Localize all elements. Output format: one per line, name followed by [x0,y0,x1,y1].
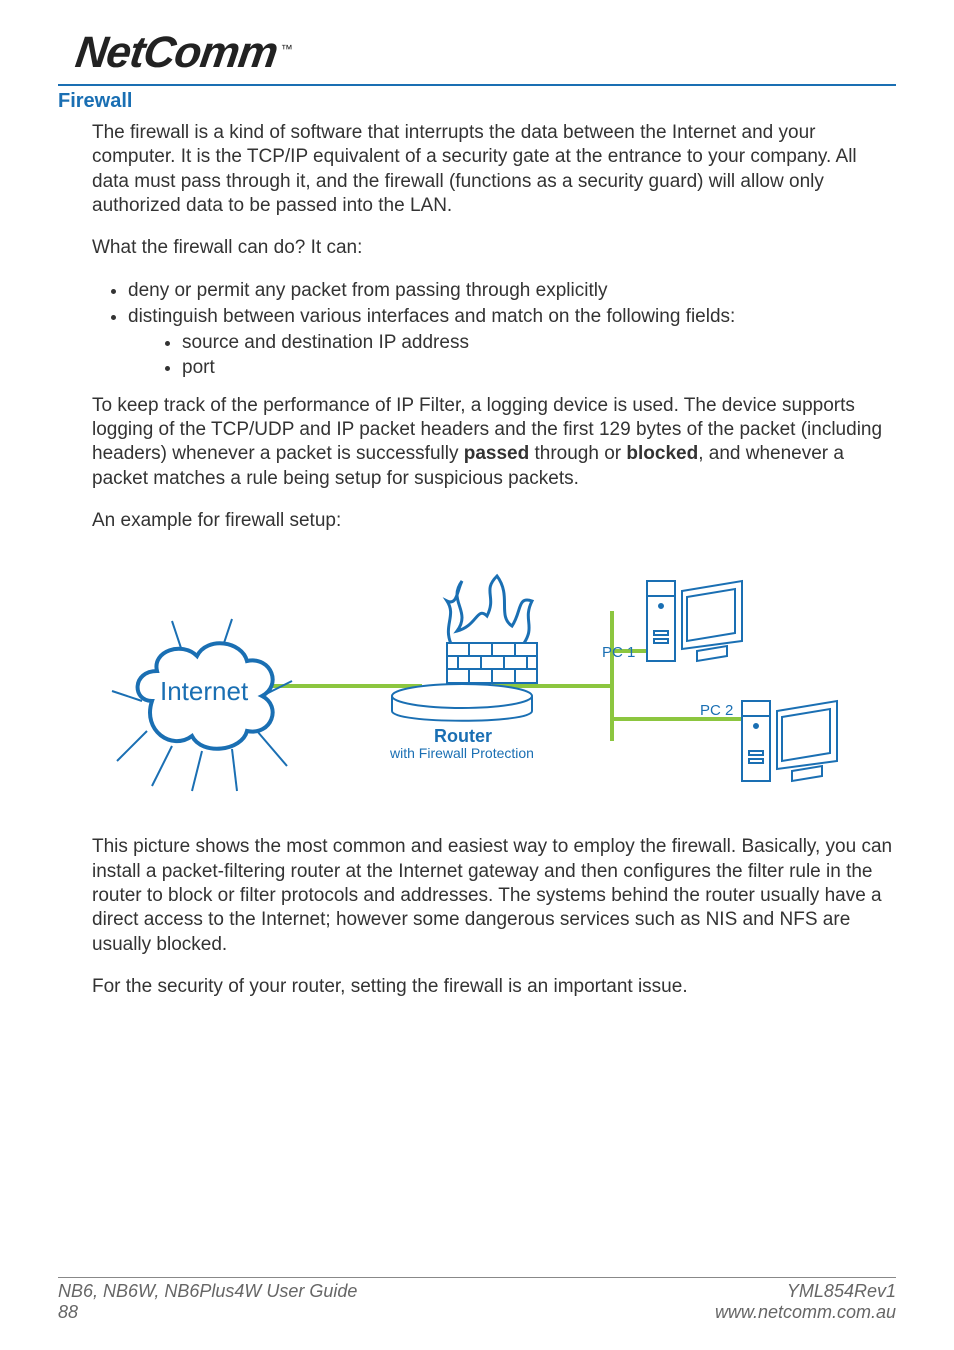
brand-logo: NetComm ™ [76,28,896,78]
section-title: Firewall [58,90,896,113]
trademark-symbol: ™ [281,42,293,56]
passed-label: passed [464,443,529,464]
brand-name: NetComm [72,28,280,78]
list-item: source and destination IP address [182,331,896,355]
page-footer: NB6, NB6W, NB6Plus4W User Guide 88 YML85… [58,1281,896,1324]
guide-title: NB6, NB6W, NB6Plus4W User Guide [58,1281,357,1303]
capability-list: deny or permit any packet from passing t… [92,279,896,380]
list-item: port [182,356,896,380]
diagram-internet-label: Internet [160,675,248,708]
list-item-text: distinguish between various interfaces a… [128,306,735,327]
doc-revision: YML854Rev1 [715,1281,896,1303]
whatcan-paragraph: What the firewall can do? It can: [92,236,896,260]
security-paragraph: For the security of your router, setting… [92,975,896,999]
diagram-router-sub-label: with Firewall Protection [390,745,534,763]
list-item: deny or permit any packet from passing t… [128,279,896,303]
footer-right: YML854Rev1 www.netcomm.com.au [715,1281,896,1324]
blocked-label: blocked [626,443,698,464]
intro-paragraph: The firewall is a kind of software that … [92,121,896,218]
header-rule [58,84,896,86]
footer-left: NB6, NB6W, NB6Plus4W User Guide 88 [58,1281,357,1324]
page-number: 88 [58,1302,357,1324]
example-label: An example for firewall setup: [92,509,896,533]
logging-paragraph: To keep track of the performance of IP F… [92,394,896,491]
text-span: through or [529,443,626,464]
body-content: The firewall is a kind of software that … [92,121,896,999]
footer-rule [58,1277,896,1278]
match-fields-list: source and destination IP address port [128,331,896,380]
firewall-diagram: Internet Router with Firewall Protection… [92,551,896,811]
list-item: distinguish between various interfaces a… [128,305,896,380]
website-url: www.netcomm.com.au [715,1302,896,1324]
picture-paragraph: This picture shows the most common and e… [92,835,896,957]
diagram-pc2-label: PC 2 [700,701,733,720]
diagram-pc1-label: PC 1 [602,643,635,662]
